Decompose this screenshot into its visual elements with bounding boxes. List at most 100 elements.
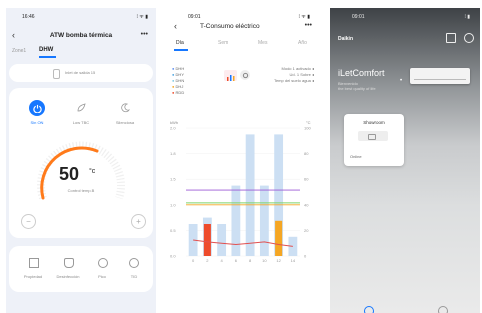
- function-label-2: Desinfección: [56, 274, 80, 279]
- back-arrow-icon[interactable]: ‹: [174, 21, 177, 31]
- chart-bar-series-3: [275, 220, 283, 256]
- y-axis-label-right: °C: [306, 120, 311, 125]
- device-card-showroom[interactable]: Showroom Online: [344, 114, 404, 166]
- middle-phone-screen: 09:01 ⁞ ᯤ ▮ ‹ T-Consumo eléctrico ••• Dí…: [166, 8, 320, 313]
- grid-icon[interactable]: [29, 258, 39, 268]
- more-menu-icon[interactable]: •••: [141, 31, 148, 38]
- temperature-unit: °c: [89, 168, 96, 175]
- y-tick-right: 60: [304, 177, 309, 182]
- status-icons: ⁞ ᯤ ▮: [298, 14, 310, 20]
- tab-year[interactable]: Año: [298, 40, 307, 46]
- legend-dot-icon: ●: [172, 66, 175, 71]
- function-label-3: Pico: [98, 274, 106, 279]
- temperature-value: 50: [59, 164, 80, 184]
- more-menu-icon[interactable]: •••: [305, 22, 312, 29]
- chart-bar-series-2: [203, 224, 211, 256]
- chart-bar-series-1: [231, 185, 241, 256]
- ac-vent-line: [414, 79, 466, 80]
- settings-icon[interactable]: [464, 33, 474, 43]
- function-label-4: TID: [130, 274, 138, 279]
- app-subtitle: Bienvenido the best quality of life: [338, 81, 376, 91]
- plus-icon[interactable]: +: [131, 214, 146, 229]
- device-card-title: Showroom: [363, 120, 385, 125]
- scan-icon[interactable]: [446, 33, 456, 43]
- x-tick-label: 0: [192, 258, 195, 263]
- settings-gear-icon[interactable]: [240, 70, 250, 80]
- power-icon[interactable]: [29, 100, 45, 116]
- x-tick-label: 12: [276, 258, 281, 263]
- tab-underline: [39, 56, 56, 58]
- mode-label-on: Sin ON: [30, 120, 44, 125]
- legend-dot-icon: ●: [172, 72, 175, 77]
- right-phone-screen: 09:01 ⁞ ▮ Daikin iLetComfort Bienvenido …: [330, 8, 480, 313]
- tab-day[interactable]: Día: [176, 40, 184, 46]
- tab-underline: [174, 49, 188, 51]
- mode-label-silent: Silenciosa: [115, 120, 135, 125]
- status-icons: ⁞ ᯤ ▮: [136, 14, 148, 20]
- status-time: 09:01: [352, 14, 365, 20]
- legend: ● DHH ● DHY ● DHN ● DHJ ● RDD: [172, 66, 184, 96]
- device-status: Online: [350, 154, 362, 159]
- right-notes: Modo 1 activado ◂ Ud. 1 Sobre ◂ Temp del…: [274, 66, 314, 84]
- thermometer-icon: [53, 69, 60, 79]
- left-phone-screen: 16:46 ⁞ ᯤ ▮ ‹ ATW bomba térmica ••• Zone…: [6, 8, 156, 313]
- brand-logo: Daikin: [338, 36, 354, 42]
- status-time: 09:01: [188, 14, 201, 20]
- y-tick-right: 100: [304, 126, 311, 131]
- y-tick-right: 0: [304, 254, 307, 259]
- energy-chart: kWh °C 2.0 100 1.8 80 1.5 60 1.0 40 0.5 20 0.0 0 0 2 4 6 8…: [170, 120, 311, 263]
- x-tick-label: 14: [291, 258, 296, 263]
- note-3: Temp del suelo agua ◂: [273, 78, 314, 83]
- leaf-icon[interactable]: [73, 100, 89, 116]
- chart-bar-series-1: [259, 185, 269, 256]
- y-tick-left: 0.5: [170, 228, 176, 233]
- shield-icon[interactable]: [64, 258, 74, 268]
- legend-item-5: ● RDD: [172, 90, 185, 95]
- minus-icon[interactable]: −: [21, 214, 36, 229]
- period-tabs: Día Sem Mes Año: [166, 36, 320, 52]
- y-tick-right: 80: [304, 151, 309, 156]
- moon-icon[interactable]: [117, 100, 133, 116]
- tab-week[interactable]: Sem: [218, 40, 228, 46]
- y-tick-right: 40: [304, 202, 309, 207]
- x-tick-label: 2: [206, 258, 209, 263]
- carousel-dot-icon: •: [400, 78, 403, 84]
- temperature-sub: Control temp.B: [67, 188, 95, 193]
- main-control-card: Sin ON Low TBC Silenciosa 50 °c Control …: [9, 88, 153, 238]
- y-tick-right: 20: [304, 228, 309, 233]
- status-icons: ⁞ ▮: [464, 14, 470, 20]
- inlet-temp-text: Inlet de salida 15: [65, 70, 96, 75]
- x-tick-label: 4: [221, 258, 224, 263]
- mode-label-low: Low TBC: [72, 120, 90, 125]
- tab-month[interactable]: Mes: [258, 40, 267, 46]
- x-tick-label: 10: [262, 258, 267, 263]
- y-tick-left: 1.0: [170, 202, 176, 207]
- status-time: 16:46: [22, 14, 35, 20]
- gauge-icon[interactable]: [98, 258, 108, 268]
- tab-zone1[interactable]: Zone1: [12, 48, 26, 54]
- device-icon: [368, 134, 376, 140]
- x-tick-label: 8: [249, 258, 252, 263]
- page-title: T-Consumo eléctrico: [200, 23, 260, 30]
- profile-tab-icon[interactable]: [438, 306, 448, 313]
- function-label-1: Propiedad: [23, 274, 43, 279]
- chart-bar-series-1: [217, 224, 227, 256]
- air-conditioner-image: [410, 68, 470, 84]
- app-title: iLetComfort: [338, 68, 385, 78]
- y-tick-left: 0.0: [170, 254, 176, 259]
- info-bar: Inlet de salida 15: [9, 64, 153, 82]
- back-arrow-icon[interactable]: ‹: [12, 30, 15, 40]
- legend-dot-icon: ●: [172, 78, 175, 83]
- y-tick-left: 1.5: [170, 177, 176, 182]
- x-tick-label: 6: [235, 258, 238, 263]
- timer-icon[interactable]: [129, 258, 139, 268]
- legend-dot-icon: ●: [172, 84, 175, 89]
- page-title: ATW bomba térmica: [49, 32, 113, 39]
- y-tick-left: 1.8: [170, 151, 176, 156]
- y-tick-left: 2.0: [170, 126, 176, 131]
- temperature-dial[interactable]: [31, 136, 131, 206]
- chart-bar-series-1: [245, 134, 255, 256]
- bar-chart-icon[interactable]: [224, 70, 237, 81]
- tab-dhw[interactable]: DHW: [39, 47, 53, 53]
- home-tab-icon[interactable]: [364, 306, 374, 313]
